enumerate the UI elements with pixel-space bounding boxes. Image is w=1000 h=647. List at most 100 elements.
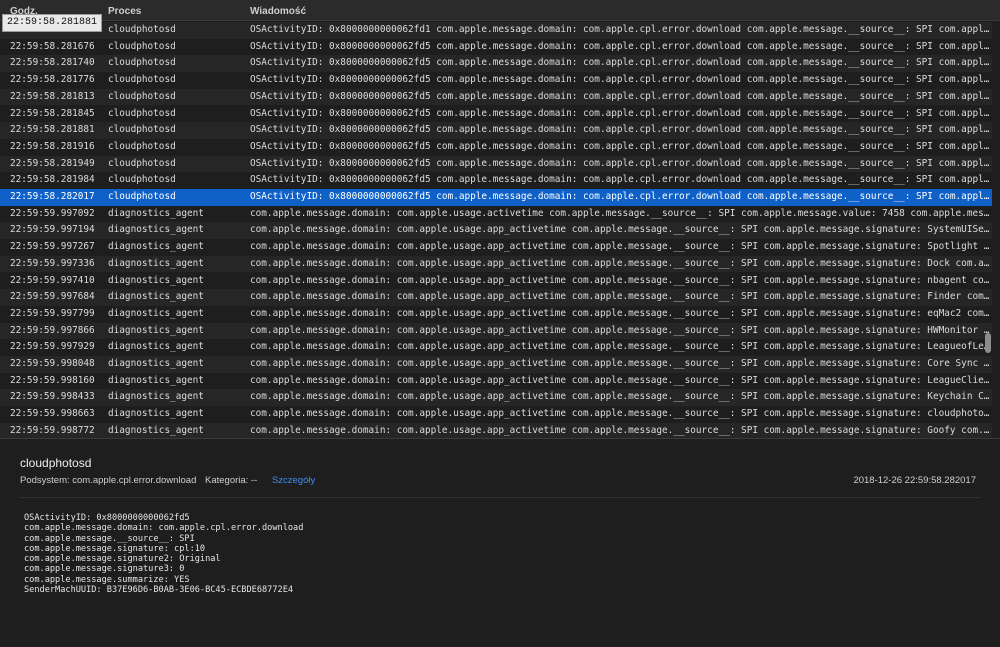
log-row-message: com.apple.message.domain: com.apple.usag… (250, 358, 990, 369)
log-row-process: diagnostics_agent (108, 257, 204, 269)
log-row-time: 22:59:59.997267 (10, 241, 95, 253)
detail-body-line: OSActivityID: 0x8000000000062fd5 (24, 513, 190, 523)
log-row-selected[interactable]: 22:59:58.282017 cloudphotosd OSActivityID:… (0, 189, 992, 206)
log-row-process: diagnostics_agent (108, 324, 204, 336)
log-row-process: diagnostics_agent (108, 391, 204, 403)
log-row-process: cloudphotosd (108, 74, 176, 86)
log-row-message: com.apple.message.domain: com.apple.usag… (250, 224, 990, 236)
detail-subsystem: Podsystem: com.apple.cpl.error.download (20, 475, 197, 486)
log-row-message: com.apple.message.domain: com.apple.usag… (250, 424, 990, 436)
log-row[interactable]: 22:59:59.997799 diagnostics_agent com.appl… (0, 305, 992, 323)
detail-message-body: OSActivityID: 0x8000000000062fd5 com.app… (24, 513, 303, 595)
log-row[interactable]: 22:59:58.281949 cloudphotosd OSActivityID:… (0, 155, 992, 173)
log-row[interactable]: 22:59:59.997267 diagnostics_agent com.appl… (0, 239, 992, 256)
detail-meta: Podsystem: com.apple.cpl.error.download … (20, 475, 321, 486)
log-row-process: cloudphotosd (108, 90, 176, 102)
log-row-process: cloudphotosd (108, 191, 176, 202)
log-row-message: OSActivityID: 0x8000000000062fd5 com.app… (250, 157, 990, 169)
detail-body-line: com.apple.message.signature2: Original (24, 554, 221, 565)
log-row-process: diagnostics_agent (108, 424, 204, 436)
log-row[interactable]: 22:59:59.997684 diagnostics_agent com.appl… (0, 289, 992, 306)
log-row[interactable]: 22:59:59.997929 diagnostics_agent com.appl… (0, 339, 992, 356)
log-row-time: 22:59:58.281916 (10, 140, 95, 152)
log-row[interactable]: 22:59:59.997410 diagnostics_agent com.appl… (0, 272, 992, 290)
log-row-time: 22:59:59.998772 (10, 424, 95, 436)
log-row-time: 22:59:58.281776 (10, 74, 95, 86)
log-row[interactable]: 22:59:58.281740 cloudphotosd OSActivityID:… (0, 55, 992, 73)
log-table-header: Godz. Proces Wiadomość (0, 0, 1000, 21)
log-row[interactable]: 22:59:59.998160 diagnostics_agent com.appl… (0, 372, 992, 390)
log-row-process: cloudphotosd (108, 57, 176, 69)
log-row-process: cloudphotosd (108, 124, 176, 136)
log-row-time: 22:59:59.998433 (10, 391, 95, 403)
log-row[interactable]: 22:59:58.281984 cloudphotosd OSActivityID:… (0, 172, 992, 189)
log-row[interactable]: 22:59:58.281776 cloudphotosd OSActivityID:… (0, 72, 992, 89)
detail-body-line: com.apple.message.summarize: YES (24, 574, 190, 585)
log-row-time: 22:59:59.998160 (10, 374, 95, 386)
log-scrollbar[interactable] (984, 20, 992, 438)
details-link[interactable]: Szczegóły (272, 475, 315, 486)
log-row-message: OSActivityID: 0x8000000000062fd5 com.app… (250, 140, 990, 152)
log-row[interactable]: 22:59:59.997194 diagnostics_agent com.appl… (0, 222, 992, 240)
detail-separator (20, 497, 980, 498)
log-row[interactable]: 22:59:59.997866 diagnostics_agent com.appl… (0, 322, 992, 340)
column-header-process[interactable]: Proces (108, 6, 141, 17)
log-row-process: cloudphotosd (108, 140, 176, 152)
log-row-time: 22:59:58.281845 (10, 107, 95, 119)
log-row-time: 22:59:59.997336 (10, 257, 95, 269)
log-row[interactable]: 22:59:40.769996cloudphotosdOSActivityID:… (0, 22, 992, 39)
log-row-process: diagnostics_agent (108, 307, 204, 319)
log-row-message: com.apple.message.domain: com.apple.usag… (250, 257, 990, 269)
detail-body-line: com.apple.message.__source__: SPI (24, 533, 195, 544)
log-row-time: 22:59:58.281949 (10, 157, 95, 169)
log-row[interactable]: 22:59:59.998663 diagnostics_agent com.appl… (0, 406, 992, 423)
detail-timestamp: 2018-12-26 22:59:58.282017 (853, 475, 976, 486)
log-row[interactable]: 22:59:59.998433 diagnostics_agent com.appl… (0, 389, 992, 407)
log-row-message: OSActivityID: 0x8000000000062fd5 com.app… (250, 174, 990, 186)
log-row-time: 22:59:59.997929 (10, 341, 95, 353)
log-row[interactable]: 22:59:58.281676 cloudphotosd OSActivityID:… (0, 38, 992, 56)
detail-category: Kategoria: -- (205, 475, 258, 486)
log-row[interactable]: 22:59:58.281845 cloudphotosd OSActivityID:… (0, 105, 992, 123)
log-row-message: com.apple.message.domain: com.apple.usag… (250, 307, 990, 319)
log-row[interactable]: 22:59:59.997092 diagnostics_agent com.appl… (0, 205, 992, 223)
detail-body-line: com.apple.message.signature: cpl:10 (24, 543, 206, 554)
log-row-time: 22:59:59.997866 (10, 324, 95, 336)
log-row-message: OSActivityID: 0x8000000000062fd5 com.app… (250, 191, 990, 202)
log-row-message: com.apple.message.domain: com.apple.usag… (250, 408, 990, 420)
log-row-message: com.apple.message.domain: com.apple.usag… (250, 341, 990, 353)
log-row-time: 22:59:59.997092 (10, 207, 95, 219)
log-row[interactable]: 22:59:58.281813 cloudphotosd OSActivityID:… (0, 88, 992, 106)
log-row-message: OSActivityID: 0x8000000000062fd5 com.app… (250, 57, 990, 69)
scroll-thumb[interactable] (985, 333, 991, 353)
log-row-process: diagnostics_agent (108, 374, 204, 386)
detail-process-name: cloudphotosd (20, 456, 92, 470)
log-row-process: diagnostics_agent (108, 341, 204, 353)
log-row-process: diagnostics_agent (108, 241, 204, 253)
log-row-process: cloudphotosd (108, 107, 176, 119)
log-row[interactable]: 22:59:59.997336 diagnostics_agent com.appl… (0, 255, 992, 273)
log-row-process: diagnostics_agent (108, 274, 204, 286)
column-header-message[interactable]: Wiadomość (250, 6, 306, 17)
log-row-time: 22:59:59.997194 (10, 224, 95, 236)
log-row[interactable]: 22:59:59.998048 diagnostics_agent com.appl… (0, 356, 992, 373)
log-row[interactable]: 22:59:58.281881 cloudphotosd OSActivityID:… (0, 122, 992, 139)
time-tooltip: 22:59:58.281881 (2, 14, 103, 32)
log-row-message: com.apple.message.domain: com.apple.usag… (250, 291, 990, 303)
log-row-message: OSActivityID: 0x8000000000062fd5 com.app… (250, 124, 990, 136)
log-row-time: 22:59:59.998048 (10, 358, 95, 369)
log-row-process: diagnostics_agent (108, 207, 204, 219)
log-row-time: 22:59:58.281881 (10, 124, 95, 136)
log-row[interactable]: 22:59:59.998772 diagnostics_agent com.appl… (0, 422, 992, 438)
log-list[interactable]: 22:59:40.769996cloudphotosdOSActivityID:… (0, 20, 992, 438)
log-row-process: cloudphotosd (108, 174, 176, 186)
log-row-message: com.apple.message.domain: com.apple.usag… (250, 241, 990, 253)
log-row-message: OSActivityID: 0x8000000000062fd1 com.app… (250, 24, 990, 35)
log-row-process: diagnostics_agent (108, 291, 204, 303)
log-row-message: com.apple.message.domain: com.apple.usag… (250, 374, 990, 386)
log-row-time: 22:59:58.281813 (10, 90, 95, 102)
log-row-message: OSActivityID: 0x8000000000062fd5 com.app… (250, 107, 990, 119)
log-row[interactable]: 22:59:58.281916 cloudphotosd OSActivityID:… (0, 138, 992, 156)
log-row-message: com.apple.message.domain: com.apple.usag… (250, 324, 990, 336)
log-row-message: OSActivityID: 0x8000000000062fd5 com.app… (250, 90, 990, 102)
